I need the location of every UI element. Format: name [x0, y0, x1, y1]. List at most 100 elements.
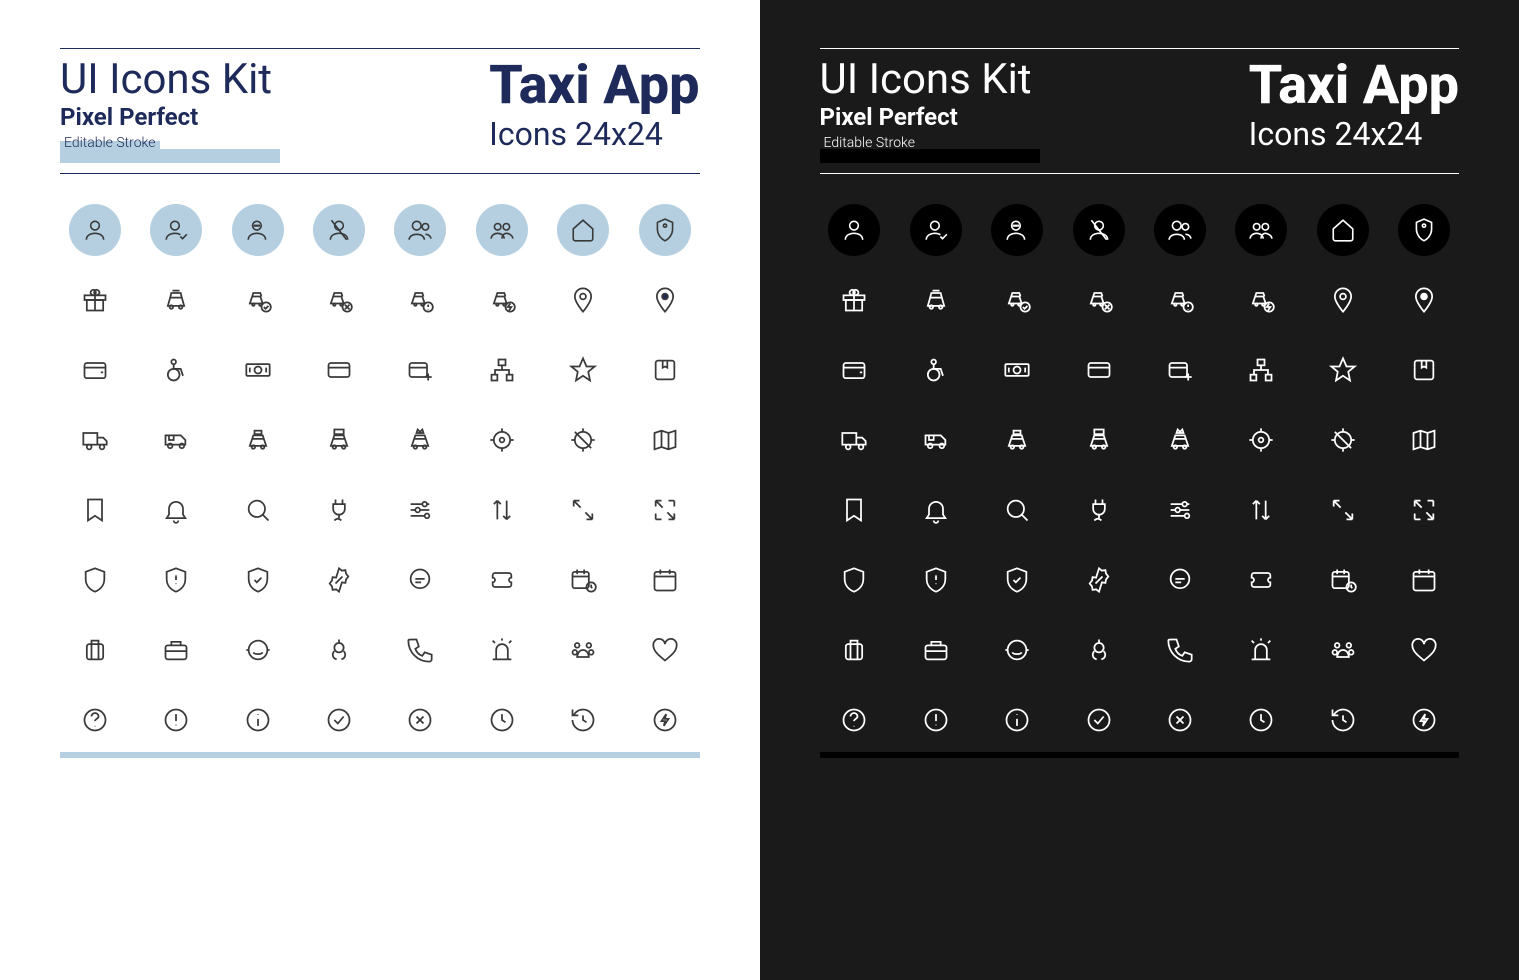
icon-grid-dark	[820, 204, 1460, 764]
van-icon	[141, 414, 210, 466]
x-circle-icon	[386, 694, 455, 746]
icon-grid-light	[60, 204, 700, 764]
user-block-icon	[1064, 204, 1133, 256]
kit-title: UI Icons Kit	[60, 59, 280, 101]
phone-icon	[1145, 624, 1214, 676]
check-circle-icon	[1064, 694, 1133, 746]
package-icon	[630, 344, 699, 396]
star-icon	[1308, 344, 1377, 396]
expand-icon	[1390, 484, 1459, 536]
taxi-charge-icon	[467, 274, 536, 326]
sliders-icon	[386, 484, 455, 536]
shield-check-icon	[982, 554, 1051, 606]
taxi-alert-icon	[1145, 274, 1214, 326]
taxi-charge-icon	[1227, 274, 1296, 326]
search-icon	[223, 484, 292, 536]
home-icon	[1308, 204, 1377, 256]
discount-icon	[1064, 554, 1133, 606]
car-crown-icon	[386, 414, 455, 466]
info-icon	[223, 694, 292, 746]
clock-icon	[1227, 694, 1296, 746]
user-icon	[60, 204, 129, 256]
shield-check-icon	[223, 554, 292, 606]
cash-icon	[982, 344, 1051, 396]
bell-icon	[141, 484, 210, 536]
user-block-icon	[304, 204, 373, 256]
app-title: Taxi App	[489, 59, 699, 113]
home-icon	[549, 204, 618, 256]
sliders-icon	[1145, 484, 1214, 536]
header: UI Icons Kit Pixel Perfect Editable Stro…	[820, 59, 1460, 163]
siren-icon	[1227, 624, 1296, 676]
user-minus-icon	[223, 204, 292, 256]
check-circle-icon	[304, 694, 373, 746]
card-icon	[304, 344, 373, 396]
user-check-icon	[141, 204, 210, 256]
target-off-icon	[1308, 414, 1377, 466]
wheelchair-icon	[141, 344, 210, 396]
group-icon	[467, 204, 536, 256]
shield-icon	[820, 554, 889, 606]
taxi-check-icon	[223, 274, 292, 326]
car-luggage-icon	[982, 414, 1051, 466]
plug-eco-icon	[304, 484, 373, 536]
user-check-icon	[901, 204, 970, 256]
app-title: Taxi App	[1249, 59, 1459, 113]
x-circle-icon	[1145, 694, 1214, 746]
top-divider	[820, 48, 1460, 49]
alert-icon	[901, 694, 970, 746]
star-icon	[549, 344, 618, 396]
taxi-cancel-icon	[304, 274, 373, 326]
kit-title: UI Icons Kit	[820, 59, 1040, 101]
gift-icon	[60, 274, 129, 326]
package-icon	[1390, 344, 1459, 396]
icons-size: Icons 24x24	[1249, 115, 1423, 153]
users-icon	[386, 204, 455, 256]
car-luggage-icon	[223, 414, 292, 466]
shield-alert-icon	[141, 554, 210, 606]
pixel-perfect: Pixel Perfect	[820, 103, 1040, 131]
help-icon	[820, 694, 889, 746]
paw-icon	[549, 624, 618, 676]
discount-icon	[304, 554, 373, 606]
search-icon	[982, 484, 1051, 536]
sitemap-icon	[1227, 344, 1296, 396]
ticket-icon	[467, 554, 536, 606]
user-icon	[820, 204, 889, 256]
car-roof-icon	[1064, 414, 1133, 466]
plug-eco-icon	[1064, 484, 1133, 536]
pacifier-icon	[304, 624, 373, 676]
history-icon	[1308, 694, 1377, 746]
map-icon	[1390, 414, 1459, 466]
wheelchair-icon	[901, 344, 970, 396]
light-panel: UI Icons Kit Pixel Perfect Editable Stro…	[0, 0, 760, 980]
ticket-icon	[1227, 554, 1296, 606]
card-add-icon	[1145, 344, 1214, 396]
highlight-strip	[60, 149, 280, 163]
header: UI Icons Kit Pixel Perfect Editable Stro…	[60, 59, 700, 163]
heart-icon	[1390, 624, 1459, 676]
gift-icon	[820, 274, 889, 326]
bolt-circle-icon	[630, 694, 699, 746]
bookmark-icon	[820, 484, 889, 536]
pin-filled-icon	[1390, 274, 1459, 326]
heart-icon	[630, 624, 699, 676]
alert-icon	[141, 694, 210, 746]
briefcase-icon	[901, 624, 970, 676]
history-icon	[549, 694, 618, 746]
paw-icon	[1308, 624, 1377, 676]
mid-divider	[60, 173, 700, 174]
sitemap-icon	[467, 344, 536, 396]
card-icon	[1064, 344, 1133, 396]
top-divider	[60, 48, 700, 49]
calendar-icon	[1390, 554, 1459, 606]
wallet-icon	[60, 344, 129, 396]
users-icon	[1145, 204, 1214, 256]
van-icon	[901, 414, 970, 466]
bolt-circle-icon	[1390, 694, 1459, 746]
pin-filled-icon	[630, 274, 699, 326]
sort-icon	[467, 484, 536, 536]
taxi-check-icon	[982, 274, 1051, 326]
tag-icon	[1390, 204, 1459, 256]
mid-divider	[820, 173, 1460, 174]
